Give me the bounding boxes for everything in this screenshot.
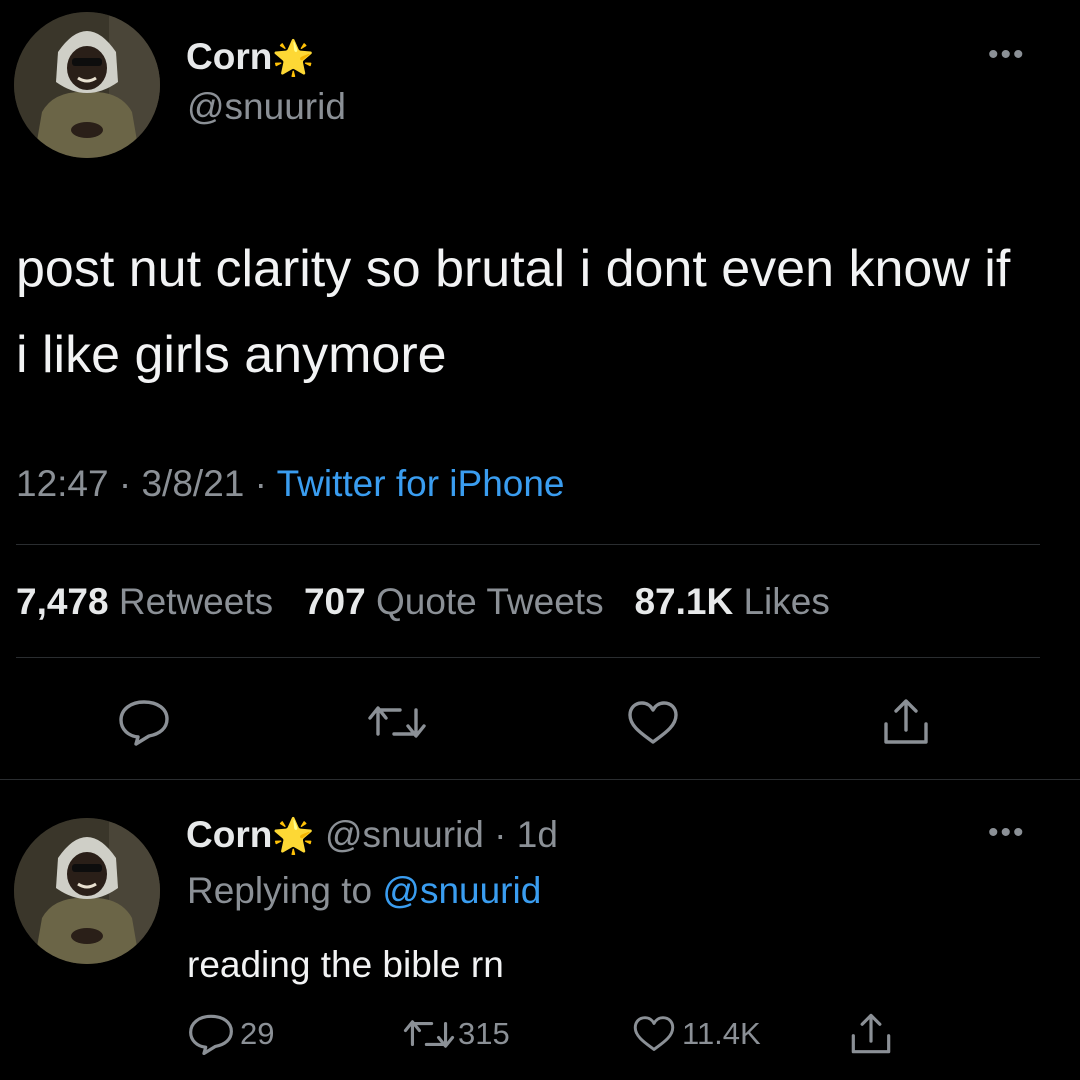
more-icon[interactable]: ••• xyxy=(988,818,1026,848)
reply-like-action[interactable]: 11.4K xyxy=(632,1014,761,1054)
like-count: 11.4K xyxy=(682,1016,761,1051)
comment-icon xyxy=(188,1012,234,1056)
star-emoji: 🌟 xyxy=(272,39,315,77)
comment-icon[interactable] xyxy=(118,698,170,746)
reply-count: 29 xyxy=(240,1016,275,1051)
heart-icon xyxy=(632,1014,676,1054)
reply-text: reading the bible rn xyxy=(187,944,504,985)
tweet-date[interactable]: 3/8/21 xyxy=(141,463,244,504)
replying-to-handle[interactable]: @snuurid xyxy=(382,870,541,911)
reply-header: Corn🌟 @snuurid · 1d xyxy=(186,814,558,857)
retweet-count: 315 xyxy=(458,1016,510,1051)
author-avatar[interactable] xyxy=(14,12,160,158)
tweet-source[interactable]: Twitter for iPhone xyxy=(277,463,565,504)
likes-stat[interactable]: 87.1K Likes xyxy=(634,581,829,622)
reply-author-name[interactable]: Corn xyxy=(186,814,272,855)
tweet-text: post nut clarity so brutal i dont even k… xyxy=(16,240,1011,384)
reply-author-avatar[interactable] xyxy=(14,818,160,964)
tweet-time[interactable]: 12:47 xyxy=(16,463,109,504)
retweet-icon[interactable] xyxy=(366,700,428,744)
author-handle[interactable]: @snuurid xyxy=(187,86,346,128)
retweets-stat[interactable]: 7,478 Retweets xyxy=(16,581,283,622)
share-icon[interactable] xyxy=(880,696,932,748)
heart-icon[interactable] xyxy=(626,700,680,746)
share-icon[interactable] xyxy=(848,1010,894,1058)
divider xyxy=(0,779,1080,780)
replying-to: Replying to @snuurid xyxy=(187,870,542,911)
reply-retweet-action[interactable]: 315 xyxy=(402,1014,510,1054)
star-emoji: 🌟 xyxy=(272,817,315,855)
retweet-icon xyxy=(402,1014,456,1054)
tweet-meta: 12:47 · 3/8/21 · Twitter for iPhone xyxy=(16,463,565,504)
reply-handle-time[interactable]: @snuurid · 1d xyxy=(325,814,558,855)
quote-tweets-stat[interactable]: 707 Quote Tweets xyxy=(304,581,614,622)
divider xyxy=(16,657,1040,658)
more-icon[interactable]: ••• xyxy=(988,40,1026,70)
author-name[interactable]: Corn🌟 xyxy=(186,36,315,79)
tweet-stats: 7,478 Retweets 707 Quote Tweets 87.1K Li… xyxy=(16,580,830,624)
reply-comment-action[interactable]: 29 xyxy=(188,1012,274,1056)
divider xyxy=(16,544,1040,545)
